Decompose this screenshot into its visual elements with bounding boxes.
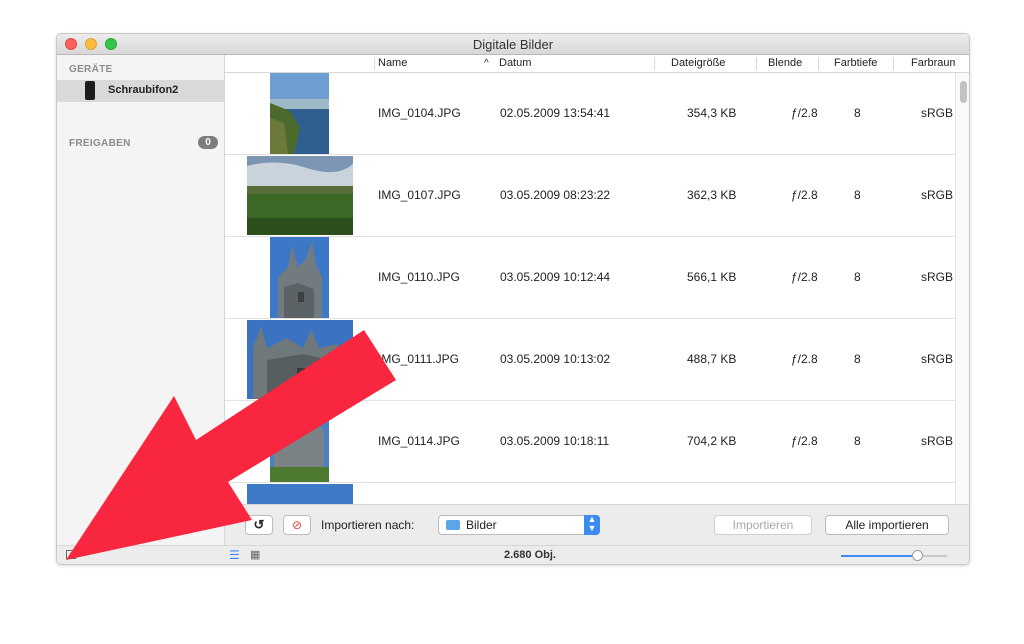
no-entry-icon: ⊘ (291, 518, 303, 532)
devices-heading: GERÄTE (69, 64, 113, 75)
delete-button[interactable]: ⊘ (283, 515, 311, 535)
table-row[interactable]: IMG_0111.JPG 03.05.2009 10:13:02 488,7 K… (225, 319, 955, 401)
object-count: 2.680 Obj. (504, 549, 556, 561)
vertical-scrollbar[interactable] (955, 73, 969, 504)
column-size[interactable]: Dateigröße (671, 57, 725, 69)
zoom-slider-fill (841, 555, 918, 557)
file-size: 488,7 KB (687, 352, 737, 366)
destination-select[interactable]: Bilder ▲ ▼ (438, 515, 600, 535)
file-colorspace: sRGB (921, 188, 954, 202)
file-date: 03.05.2009 10:18:11 (500, 434, 610, 448)
import-all-button[interactable]: Alle importieren (825, 515, 949, 535)
file-name: IMG_0111.JPG (378, 352, 459, 366)
file-date: 03.05.2009 08:23:22 (500, 188, 611, 202)
file-colorspace: sRGB (921, 106, 954, 120)
file-date: 02.05.2009 13:54:41 (500, 106, 611, 120)
file-colorspace: sRGB (921, 352, 954, 366)
file-name: IMG_0114.JPG (378, 434, 460, 448)
rotate-left-icon: ↺ (253, 517, 265, 532)
file-aperture: ƒ/2.8 (791, 434, 818, 448)
rotate-button[interactable]: ↺ (245, 515, 273, 535)
sort-ascending-icon[interactable]: ^ (484, 58, 489, 69)
column-date[interactable]: Datum (499, 57, 531, 69)
table-row[interactable]: IMG_0107.JPG 03.05.2009 08:23:22 362,3 K… (225, 155, 955, 237)
file-date: 03.05.2009 10:12:44 (500, 270, 611, 284)
thumbnail (270, 73, 329, 154)
thumbnail (247, 156, 353, 235)
import-to-label: Importieren nach: (321, 518, 415, 532)
column-colorspace[interactable]: Farbraum (911, 57, 955, 69)
file-aperture: ƒ/2.8 (791, 188, 818, 202)
column-aperture[interactable]: Blende (768, 57, 802, 69)
file-depth: 8 (854, 270, 861, 284)
import-bar: ↺ ⊘ Importieren nach: Bilder ▲ ▼ Importie… (225, 504, 969, 545)
file-depth: 8 (854, 106, 861, 120)
shares-count-badge: 0 (198, 136, 218, 149)
grid-view-icon[interactable]: ▦ (250, 549, 260, 561)
zoom-slider[interactable] (841, 550, 947, 561)
thumbnail (270, 401, 329, 482)
file-size: 704,2 KB (687, 434, 737, 448)
file-size: 354,3 KB (687, 106, 737, 120)
table-row[interactable]: IMG_0110.JPG 03.05.2009 10:12:44 566,1 K… (225, 237, 955, 319)
list-view-icon[interactable]: ☰ (229, 549, 240, 561)
vertical-scroll-thumb[interactable] (960, 81, 967, 103)
file-size: 566,1 KB (687, 270, 737, 284)
destination-value: Bilder (466, 518, 497, 532)
table-row[interactable]: IMG_0114.JPG 03.05.2009 10:18:11 704,2 K… (225, 401, 955, 483)
file-colorspace: sRGB (921, 434, 954, 448)
shares-heading: FREIGABEN (69, 138, 131, 149)
file-aperture: ƒ/2.8 (791, 270, 818, 284)
thumbnail (270, 237, 329, 318)
status-bar: ▲ ☰ ▦ 2.680 Obj. (57, 545, 969, 564)
sidebar: GERÄTE Schraubifon2 FREIGABEN 0 (57, 55, 225, 545)
file-name: IMG_0110.JPG (378, 270, 460, 284)
file-date: 03.05.2009 10:13:02 (500, 352, 611, 366)
file-name: IMG_0107.JPG (378, 188, 461, 202)
image-list: Name ^ Datum Dateigröße Blende Farbtiefe… (225, 55, 969, 504)
titlebar[interactable]: Digitale Bilder (57, 34, 969, 55)
zoom-slider-knob[interactable] (912, 550, 924, 561)
file-name: IMG_0104.JPG (378, 106, 461, 120)
file-aperture: ƒ/2.8 (791, 106, 818, 120)
file-depth: 8 (854, 352, 861, 366)
chevron-updown-icon: ▲ ▼ (584, 515, 600, 535)
device-name: Schraubifon2 (108, 84, 179, 96)
file-depth: 8 (854, 188, 861, 202)
window-title: Digitale Bilder (472, 37, 554, 52)
window: Digitale Bilder GERÄTE Schraubifon2 FREI… (56, 33, 970, 565)
import-button[interactable]: Importieren (714, 515, 812, 535)
folder-icon (446, 520, 460, 530)
sidebar-toggle-icon[interactable]: ▲ (66, 550, 76, 559)
thumbnail (247, 484, 353, 504)
file-colorspace: sRGB (921, 270, 954, 284)
column-depth[interactable]: Farbtiefe (834, 57, 877, 69)
file-depth: 8 (854, 434, 861, 448)
phone-icon (85, 81, 95, 100)
table-row[interactable]: IMG_0104.JPG 02.05.2009 13:54:41 354,3 K… (225, 73, 955, 155)
column-name[interactable]: Name (378, 57, 407, 69)
file-size: 362,3 KB (687, 188, 737, 202)
file-aperture: ƒ/2.8 (791, 352, 818, 366)
sidebar-item-device[interactable]: Schraubifon2 (57, 80, 224, 102)
column-header: Name ^ Datum Dateigröße Blende Farbtiefe… (225, 55, 969, 73)
thumbnail (247, 320, 353, 399)
